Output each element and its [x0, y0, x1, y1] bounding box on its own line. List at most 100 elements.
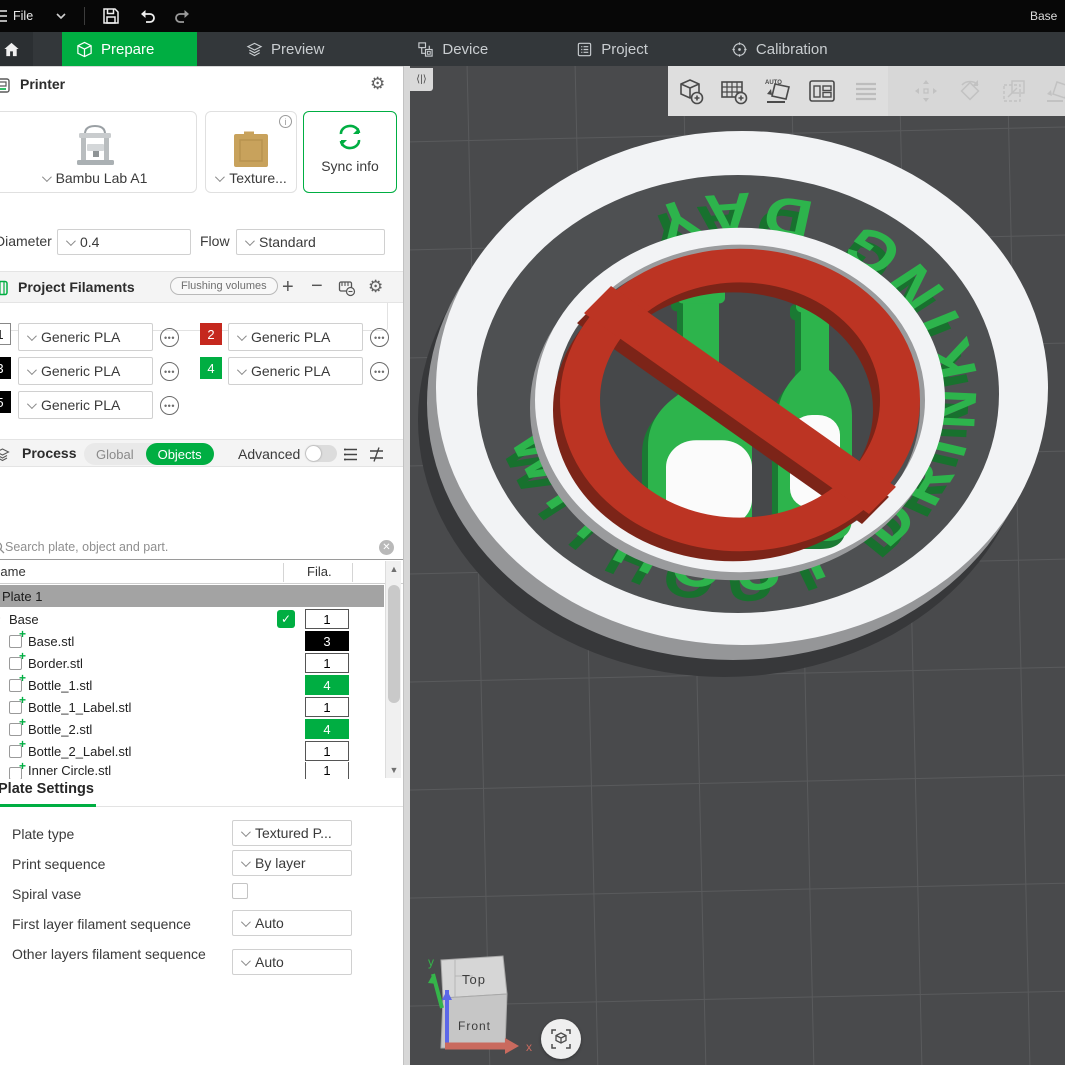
fila-badge[interactable]: 4 [305, 719, 349, 739]
filament-2-more-button[interactable]: ••• [370, 328, 389, 347]
tab-project[interactable]: Project [562, 32, 662, 66]
tab-device[interactable]: Device [403, 32, 502, 66]
menu-icon[interactable] [0, 0, 9, 32]
auto-orient-icon[interactable]: AUTO [756, 69, 800, 113]
printer-card[interactable]: Bambu Lab A1 [0, 111, 197, 193]
file-menu[interactable]: File [13, 0, 33, 32]
plate-thumbnail [230, 130, 272, 170]
fila-badge[interactable]: 1 [305, 741, 349, 761]
tree-row-base-stl[interactable]: Base.stl 3 [0, 630, 384, 652]
titlebar-divider [84, 7, 85, 25]
tune-icon[interactable] [368, 446, 385, 463]
printer-settings-gear-icon[interactable]: ⚙ [370, 75, 385, 92]
printer-icon [0, 77, 11, 97]
tree-row-border-stl[interactable]: Border.stl 1 [0, 652, 384, 674]
add-filament-button[interactable]: + [282, 277, 294, 297]
tab-calibration[interactable]: Calibration [717, 32, 842, 66]
ams-icon[interactable] [338, 279, 356, 297]
tree-row-bottle2-label-stl[interactable]: Bottle_2_Label.stl 1 [0, 740, 384, 762]
process-section-title: Process [22, 445, 76, 461]
plate-settings-tab[interactable]: Plate Settings [0, 779, 403, 807]
filament-3-select[interactable]: Generic PLA [18, 357, 153, 385]
undo-button[interactable] [137, 0, 157, 32]
lay-flat-icon[interactable] [1036, 69, 1065, 113]
part-icon [9, 701, 22, 714]
filament-5-select[interactable]: Generic PLA [18, 391, 153, 419]
fila-badge[interactable]: 3 [305, 631, 349, 651]
plate-card[interactable]: i Texture... [205, 111, 297, 193]
orientation-gizmo[interactable]: Top Front y x [420, 946, 550, 1061]
nozzle-diameter-select[interactable]: 0.4 [57, 229, 191, 255]
filament-4-more-button[interactable]: ••• [370, 362, 389, 381]
print-sequence-select[interactable]: By layer [232, 850, 352, 876]
tree-row-base[interactable]: Base ✓ 1 [0, 608, 384, 630]
tree-scrollbar[interactable]: ▲ ▼ [385, 561, 401, 778]
plate-name: Texture... [229, 170, 287, 186]
fila-badge[interactable]: 1 [305, 697, 349, 717]
move-icon[interactable] [904, 69, 948, 113]
search-clear-icon[interactable]: ✕ [379, 540, 394, 555]
home-button[interactable] [0, 32, 33, 66]
advanced-toggle[interactable] [305, 445, 337, 462]
viewport-3d[interactable]: WITHOUT DRINKING DAY WITHOUT DRINKING DA… [410, 66, 1065, 1065]
tree-row-bottle2-stl[interactable]: Bottle_2.stl 4 [0, 718, 384, 740]
param-list-icon[interactable] [342, 446, 359, 463]
filament-5-more-button[interactable]: ••• [160, 396, 179, 415]
printer-combo-chevron-icon[interactable] [42, 172, 52, 182]
flow-select[interactable]: Standard [236, 229, 385, 255]
spiral-vase-checkbox[interactable] [232, 883, 248, 899]
nozzle-diameter-value: 0.4 [80, 234, 99, 250]
filament-1-badge: 1 [0, 323, 11, 345]
fila-badge[interactable]: 1 [305, 609, 349, 629]
plate-type-select[interactable]: Textured P... [232, 820, 352, 846]
plate-type-label: Plate type [12, 825, 227, 844]
other-layers-seq-select[interactable]: Auto [232, 949, 352, 975]
scroll-down-icon[interactable]: ▼ [386, 762, 402, 778]
plate-info-icon[interactable]: i [279, 115, 292, 128]
flushing-volumes-button[interactable]: Flushing volumes [170, 277, 278, 295]
printer-thumbnail [69, 124, 121, 170]
file-menu-chevron-icon[interactable] [51, 0, 71, 32]
main-tab-bar: Prepare Preview Device Project Calibrati… [0, 32, 1065, 66]
rotate-icon[interactable] [948, 69, 992, 113]
panel-scrollbar-gutter[interactable] [403, 66, 410, 1065]
tab-prepare[interactable]: Prepare [62, 32, 197, 66]
scope-objects[interactable]: Objects [146, 443, 214, 465]
plate-combo-chevron-icon[interactable] [215, 172, 225, 182]
tab-preview[interactable]: Preview [232, 32, 338, 66]
view-cube-button[interactable] [541, 1019, 581, 1059]
remove-filament-button[interactable]: − [311, 276, 323, 296]
split-layers-icon[interactable] [844, 69, 888, 113]
collapse-sidebar-button[interactable]: ⟨|⟩ [410, 68, 433, 91]
add-model-icon[interactable] [668, 69, 712, 113]
process-scope-toggle[interactable]: Global Objects [84, 443, 214, 465]
scrollbar-thumb[interactable] [388, 585, 400, 703]
add-plate-icon[interactable] [712, 69, 756, 113]
scale-icon[interactable] [992, 69, 1036, 113]
filament-settings-gear-icon[interactable]: ⚙ [368, 278, 383, 295]
scroll-up-icon[interactable]: ▲ [386, 561, 402, 577]
sync-info-button[interactable]: Sync info [303, 111, 397, 193]
filament-4-select[interactable]: Generic PLA [228, 357, 363, 385]
viewport-toolbar: AUTO [668, 66, 1065, 116]
fila-badge[interactable]: 1 [305, 762, 349, 779]
base-visible-checkbox[interactable]: ✓ [277, 610, 295, 628]
fila-badge[interactable]: 1 [305, 653, 349, 673]
redo-button[interactable] [173, 0, 193, 32]
arrange-icon[interactable] [800, 69, 844, 113]
filament-1-more-button[interactable]: ••• [160, 328, 179, 347]
part-icon [9, 767, 22, 779]
search-input[interactable] [5, 540, 379, 554]
filament-2-select[interactable]: Generic PLA [228, 323, 363, 351]
scope-global[interactable]: Global [84, 443, 146, 465]
tree-row-plate[interactable]: Plate 1 [0, 585, 384, 607]
filament-3-more-button[interactable]: ••• [160, 362, 179, 381]
first-layer-seq-select[interactable]: Auto [232, 910, 352, 936]
fila-badge[interactable]: 4 [305, 675, 349, 695]
tree-row-bottle1-stl[interactable]: Bottle_1.stl 4 [0, 674, 384, 696]
tree-row-bottle1-label-stl[interactable]: Bottle_1_Label.stl 1 [0, 696, 384, 718]
model-badge[interactable]: WITHOUT DRINKING DAY WITHOUT DRINKING DA… [410, 66, 1065, 1065]
save-button[interactable] [101, 0, 121, 32]
tree-row-inner-circle-stl[interactable]: Inner Circle.stl 1 [0, 762, 384, 779]
filament-1-select[interactable]: Generic PLA [18, 323, 153, 351]
